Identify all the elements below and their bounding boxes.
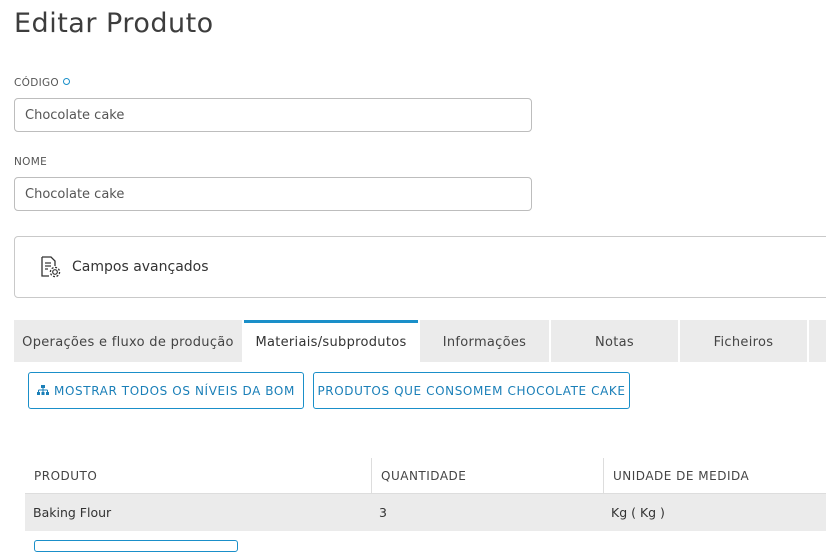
tab-notes[interactable]: Notas (551, 320, 678, 362)
column-header-unit[interactable]: UNIDADE DE MEDIDA (603, 458, 826, 494)
consuming-products-label: PRODUTOS QUE CONSOMEM CHOCOLATE CAKE (317, 383, 626, 398)
code-label-text: CÓDIGO (14, 77, 59, 89)
hierarchy-icon (37, 385, 50, 395)
show-bom-levels-label: MOSTRAR TODOS OS NÍVEIS DA BOM (54, 383, 295, 398)
cell-product: Baking Flour (33, 505, 112, 520)
table-header: PRODUTO QUANTIDADE UNIDADE DE MEDIDA (25, 458, 826, 494)
show-bom-levels-button[interactable]: MOSTRAR TODOS OS NÍVEIS DA BOM (28, 372, 304, 409)
tab-overflow[interactable] (809, 320, 826, 362)
tab-operations[interactable]: Operações e fluxo de produção (14, 320, 242, 362)
tab-materials[interactable]: Materiais/subprodutos (244, 320, 418, 362)
tab-information[interactable]: Informações (420, 320, 549, 362)
page-title: Editar Produto (14, 8, 214, 39)
materials-table: PRODUTO QUANTIDADE UNIDADE DE MEDIDA Bak… (25, 458, 826, 531)
required-indicator-icon (62, 78, 70, 85)
code-input[interactable] (14, 98, 532, 132)
column-header-quantity[interactable]: QUANTIDADE (371, 458, 603, 494)
column-header-product[interactable]: PRODUTO (25, 458, 371, 494)
name-label: NOME (14, 156, 48, 168)
consuming-products-button[interactable]: PRODUTOS QUE CONSOMEM CHOCOLATE CAKE (313, 372, 630, 409)
tab-files[interactable]: Ficheiros (680, 320, 807, 362)
cell-quantity: 3 (379, 505, 387, 520)
product-tabs: Operações e fluxo de produção Materiais/… (14, 320, 826, 362)
cell-unit: Kg ( Kg ) (611, 505, 665, 520)
advanced-fields-label: Campos avançados (72, 259, 209, 275)
code-label: CÓDIGO (14, 77, 70, 89)
add-material-button[interactable] (34, 540, 238, 552)
advanced-fields-panel[interactable]: Campos avançados (14, 236, 826, 298)
name-input[interactable] (14, 177, 532, 211)
document-settings-icon (41, 256, 61, 278)
table-row[interactable]: Baking Flour 3 Kg ( Kg ) (25, 494, 826, 531)
